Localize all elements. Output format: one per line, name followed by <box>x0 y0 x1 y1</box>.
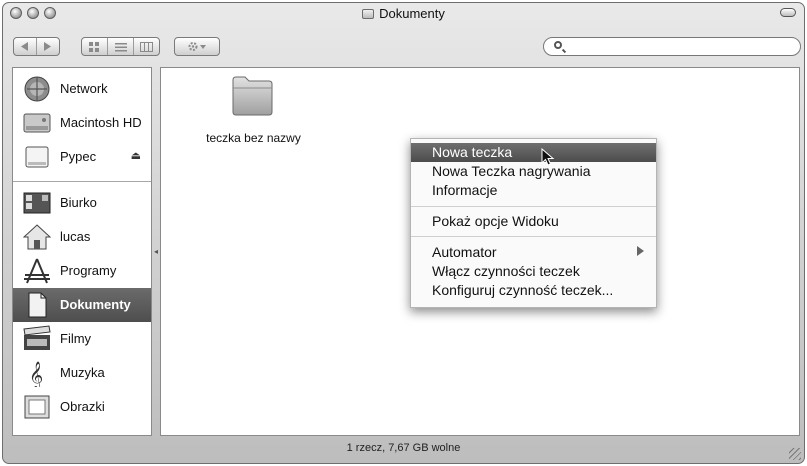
menu-item-label: Informacje <box>432 182 498 198</box>
menu-item-new-burn-folder[interactable]: Nowa Teczka nagrywania <box>411 162 656 181</box>
splitter-handle-icon: ◂ <box>154 247 159 256</box>
resize-grip-icon[interactable] <box>789 448 801 460</box>
sidebar-item-macintosh-hd[interactable]: Macintosh HD <box>13 106 151 140</box>
menu-item-label: Włącz czynności teczek <box>432 263 580 279</box>
window-title-container: Dokumenty <box>3 6 804 21</box>
search-input[interactable] <box>568 39 792 55</box>
sidebar-item-label: Pypec <box>60 149 97 164</box>
menu-item-show-view-options[interactable]: Pokaż opcje Widoku <box>411 212 656 231</box>
list-view-icon <box>114 42 127 51</box>
documents-icon <box>23 291 51 319</box>
sidebar: Network Macintosh HD Pypec ⏏ Biurko luca… <box>12 67 152 436</box>
svg-text:𝄞: 𝄞 <box>29 361 43 387</box>
sidebar-item-programy[interactable]: Programy <box>13 254 151 288</box>
sidebar-item-label: Muzyka <box>60 365 105 380</box>
home-icon <box>22 223 52 251</box>
list-view-button[interactable] <box>107 38 133 55</box>
disk-icon <box>23 143 51 171</box>
sidebar-item-biurko[interactable]: Biurko <box>13 186 151 220</box>
sidebar-item-label: Programy <box>60 263 117 278</box>
sidebar-item-label: Obrazki <box>60 399 105 414</box>
menu-item-automator[interactable]: Automator <box>411 243 656 262</box>
toolbar <box>3 25 804 67</box>
forward-arrow-icon <box>44 42 51 51</box>
sidebar-item-dokumenty[interactable]: Dokumenty <box>13 288 151 322</box>
mouse-pointer-icon <box>541 148 555 166</box>
applications-icon <box>23 257 51 285</box>
back-forward-control <box>13 37 60 56</box>
icon-view-button[interactable] <box>82 38 107 55</box>
sidebar-item-label: Biurko <box>60 195 97 210</box>
view-mode-control <box>81 37 160 56</box>
sidebar-item-network[interactable]: Network <box>13 72 151 106</box>
forward-button[interactable] <box>36 38 59 55</box>
hard-drive-icon <box>23 109 51 137</box>
search-field[interactable] <box>543 37 801 56</box>
gear-icon <box>175 38 219 55</box>
movies-icon <box>23 325 51 353</box>
submenu-arrow-icon <box>637 246 644 256</box>
folder-icon <box>232 76 273 116</box>
title-bar[interactable]: Dokumenty <box>3 3 804 25</box>
back-button[interactable] <box>14 38 36 55</box>
sidebar-item-muzyka[interactable]: 𝄞 Muzyka <box>13 356 151 390</box>
sidebar-item-label: Network <box>60 81 108 96</box>
folder-proxy-icon[interactable] <box>362 9 375 19</box>
desktop-icon <box>23 189 51 217</box>
pictures-icon <box>23 393 51 421</box>
sidebar-item-pypec[interactable]: Pypec ⏏ <box>13 140 151 174</box>
sidebar-item-filmy[interactable]: Filmy <box>13 322 151 356</box>
menu-separator <box>411 206 656 207</box>
sidebar-divider <box>13 181 151 182</box>
back-arrow-icon <box>21 42 28 51</box>
menu-item-enable-folder-actions[interactable]: Włącz czynności teczek <box>411 262 656 281</box>
music-icon: 𝄞 <box>23 359 51 390</box>
menu-item-label: Automator <box>432 244 497 260</box>
menu-separator <box>411 236 656 237</box>
eject-icon[interactable]: ⏏ <box>131 149 141 162</box>
finder-window: Dokumenty Network Macintosh HD Pypec ⏏ B… <box>2 2 805 464</box>
menu-item-label: Nowa Teczka nagrywania <box>432 163 591 179</box>
window-title: Dokumenty <box>379 6 445 21</box>
network-icon <box>23 75 51 103</box>
sidebar-item-label: Filmy <box>60 331 92 346</box>
sidebar-item-label: lucas <box>60 229 91 244</box>
folder-label: teczka bez nazwy <box>206 131 301 145</box>
sidebar-item-label: Macintosh HD <box>60 115 142 130</box>
sidebar-item-obrazki[interactable]: Obrazki <box>13 390 151 424</box>
menu-item-label: Konfiguruj czynność teczek... <box>432 282 614 298</box>
search-icon <box>554 41 562 49</box>
menu-item-new-folder[interactable]: Nowa teczka <box>411 143 656 162</box>
toolbar-toggle-button[interactable] <box>780 8 796 17</box>
menu-item-configure-folder-actions[interactable]: Konfiguruj czynność teczek... <box>411 281 656 300</box>
icon-view-icon <box>89 41 99 52</box>
column-view-button[interactable] <box>133 38 159 55</box>
action-menu-button[interactable] <box>174 37 220 56</box>
menu-item-label: Pokaż opcje Widoku <box>432 213 559 229</box>
sidebar-item-label: Dokumenty <box>60 297 131 312</box>
menu-item-get-info[interactable]: Informacje <box>411 181 656 200</box>
sidebar-item-lucas[interactable]: lucas <box>13 220 151 254</box>
context-menu: Nowa teczka Nowa Teczka nagrywania Infor… <box>410 138 657 308</box>
status-bar: 1 rzecz, 7,67 GB wolne <box>3 436 804 463</box>
status-text: 1 rzecz, 7,67 GB wolne <box>346 442 461 454</box>
menu-item-label: Nowa teczka <box>432 144 513 160</box>
column-view-icon <box>140 41 153 52</box>
